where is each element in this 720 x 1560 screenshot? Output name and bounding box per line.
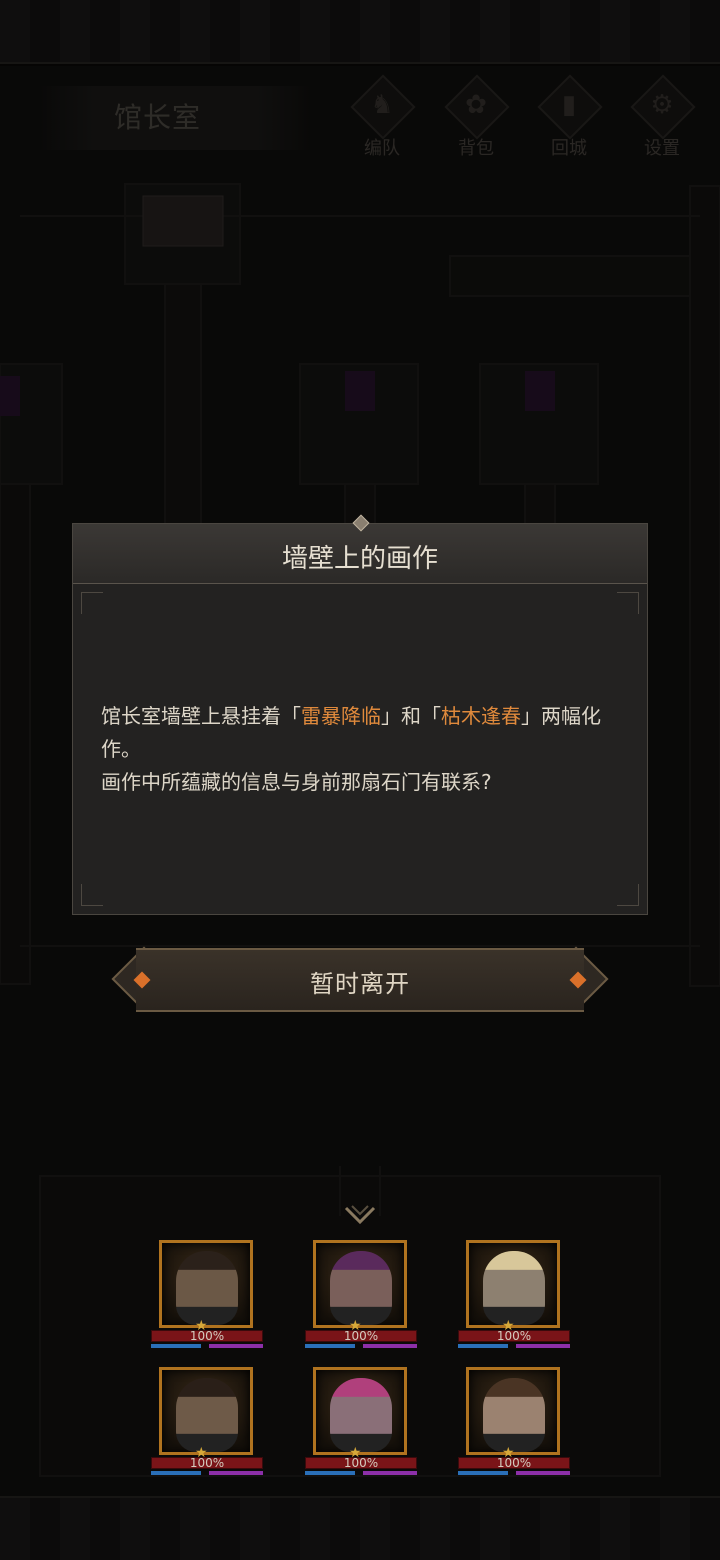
hero-portrait (466, 1367, 560, 1455)
party-chevron-icon[interactable] (344, 1204, 376, 1228)
energy-bar (516, 1344, 570, 1348)
text-line: 画作中所蕴藏的信息与身前那扇石门有联系? (101, 770, 492, 794)
mana-bar (305, 1471, 355, 1475)
hero-portrait (313, 1240, 407, 1328)
dialog-text: 馆长室墙壁上悬挂着「雷暴降临」和「枯木逢春」两幅化作。 画作中所蕴藏的信息与身前… (101, 700, 631, 799)
leave-button[interactable]: 暂时离开 (111, 946, 609, 1012)
hp-value: 100% (343, 1329, 379, 1343)
dialog-title: 墙壁上的画作 (281, 544, 438, 574)
mana-bar (458, 1471, 508, 1475)
hero-card[interactable]: ★ 100% (151, 1367, 263, 1487)
corner-ornament (81, 592, 103, 614)
hp-value: 100% (496, 1456, 532, 1470)
hero-face (176, 1378, 238, 1452)
text-segment: 馆长室墙壁上悬挂着「 (101, 704, 301, 728)
hp-value: 100% (343, 1456, 379, 1470)
hero-card[interactable]: ★ 100% (458, 1240, 570, 1360)
hero-card[interactable]: ★ 100% (305, 1367, 417, 1487)
hp-value: 100% (189, 1456, 225, 1470)
hero-portrait (313, 1367, 407, 1455)
hero-card[interactable]: ★ 100% (458, 1367, 570, 1487)
energy-bar (209, 1344, 263, 1348)
dialog-header: 墙壁上的画作 (73, 514, 647, 584)
energy-bar (516, 1471, 570, 1475)
energy-bar (363, 1471, 417, 1475)
hero-portrait (159, 1367, 253, 1455)
hp-value: 100% (496, 1329, 532, 1343)
painting-name: 枯木逢春 (441, 704, 521, 728)
hero-face (483, 1378, 545, 1452)
hero-face (176, 1251, 238, 1325)
text-segment: 」和「 (381, 704, 441, 728)
hero-face (483, 1251, 545, 1325)
leave-button-label: 暂时离开 (310, 970, 410, 998)
mana-bar (151, 1471, 201, 1475)
hero-card[interactable]: ★ 100% (151, 1240, 263, 1360)
hero-face (330, 1378, 392, 1452)
corner-ornament (617, 592, 639, 614)
corner-ornament (81, 884, 103, 906)
energy-bar (363, 1344, 417, 1348)
hero-portrait (466, 1240, 560, 1328)
hero-card[interactable]: ★ 100% (305, 1240, 417, 1360)
mana-bar (151, 1344, 201, 1348)
corner-ornament (617, 884, 639, 906)
event-dialog: 墙壁上的画作 馆长室墙壁上悬挂着「雷暴降临」和「枯木逢春」两幅化作。 画作中所蕴… (72, 514, 648, 915)
hero-portrait (159, 1240, 253, 1328)
hp-value: 100% (189, 1329, 225, 1343)
hero-face (330, 1251, 392, 1325)
mana-bar (305, 1344, 355, 1348)
energy-bar (209, 1471, 263, 1475)
painting-name: 雷暴降临 (301, 704, 381, 728)
mana-bar (458, 1344, 508, 1348)
